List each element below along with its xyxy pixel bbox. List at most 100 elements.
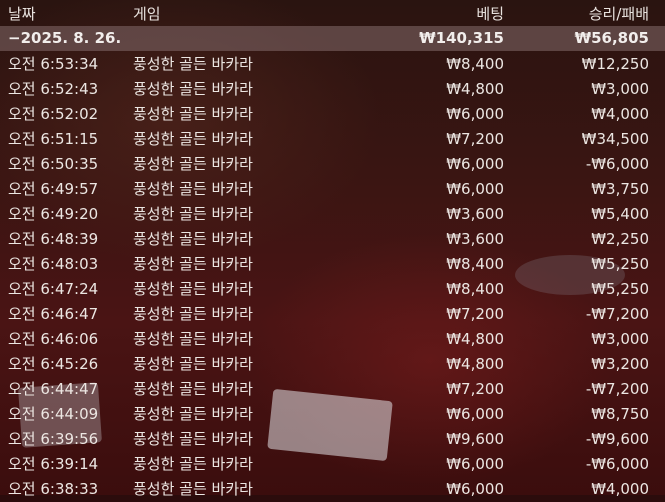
row-time: 오전 6:51:15 bbox=[8, 130, 99, 148]
table-row[interactable]: 오전 6:45:26 풍성한 골든 바카라 ₩4,800 ₩3,200 bbox=[0, 352, 665, 377]
table-row[interactable]: 오전 6:46:06 풍성한 골든 바카라 ₩4,800 ₩3,000 bbox=[0, 327, 665, 352]
row-time: 오전 6:48:03 bbox=[8, 255, 99, 273]
row-winloss: ₩4,000 bbox=[591, 105, 649, 123]
row-bet: ₩7,200 bbox=[446, 305, 504, 323]
row-time: 오전 6:46:47 bbox=[8, 305, 99, 323]
date-group-bet-total: ₩140,315 bbox=[419, 29, 504, 47]
row-time: 오전 6:52:02 bbox=[8, 105, 99, 123]
table-row[interactable]: 오전 6:48:39 풍성한 골든 바카라 ₩3,600 ₩2,250 bbox=[0, 227, 665, 252]
date-column-header: 날짜 bbox=[8, 5, 36, 23]
row-bet: ₩6,000 bbox=[446, 480, 504, 498]
row-winloss: -₩7,200 bbox=[585, 305, 649, 323]
row-bet: ₩6,000 bbox=[446, 180, 504, 198]
bet-column-header: 베팅 bbox=[476, 5, 504, 23]
table-row[interactable]: 오전 6:49:57 풍성한 골든 바카라 ₩6,000 ₩3,750 bbox=[0, 177, 665, 202]
row-time: 오전 6:48:39 bbox=[8, 230, 99, 248]
row-time: 오전 6:52:43 bbox=[8, 80, 99, 98]
row-winloss: ₩12,250 bbox=[581, 55, 649, 73]
table-header: 날짜 게임 베팅 승리/패배 bbox=[0, 2, 665, 27]
row-winloss: ₩8,750 bbox=[591, 405, 649, 423]
row-game: 풍성한 골든 바카라 bbox=[133, 105, 253, 123]
row-bet: ₩7,200 bbox=[446, 380, 504, 398]
table-row[interactable]: 오전 6:39:56 풍성한 골든 바카라 ₩9,600 -₩9,600 bbox=[0, 427, 665, 452]
table-row[interactable]: 오전 6:53:34 풍성한 골든 바카라 ₩8,400 ₩12,250 bbox=[0, 52, 665, 77]
table-row[interactable]: 오전 6:50:35 풍성한 골든 바카라 ₩6,000 -₩6,000 bbox=[0, 152, 665, 177]
row-game: 풍성한 골든 바카라 bbox=[133, 80, 253, 98]
row-time: 오전 6:50:35 bbox=[8, 155, 99, 173]
row-time: 오전 6:38:33 bbox=[8, 480, 99, 498]
row-bet: ₩8,400 bbox=[446, 55, 504, 73]
row-game: 풍성한 골든 바카라 bbox=[133, 405, 253, 423]
row-game: 풍성한 골든 바카라 bbox=[133, 480, 253, 498]
row-winloss: ₩3,000 bbox=[591, 80, 649, 98]
row-game: 풍성한 골든 바카라 bbox=[133, 455, 253, 473]
row-winloss: ₩2,250 bbox=[591, 230, 649, 248]
row-game: 풍성한 골든 바카라 bbox=[133, 230, 253, 248]
row-time: 오전 6:47:24 bbox=[8, 280, 99, 298]
row-bet: ₩4,800 bbox=[446, 80, 504, 98]
row-time: 오전 6:44:09 bbox=[8, 405, 99, 423]
row-bet: ₩3,600 bbox=[446, 230, 504, 248]
row-winloss: ₩34,500 bbox=[581, 130, 649, 148]
game-column-header: 게임 bbox=[133, 5, 161, 23]
row-game: 풍성한 골든 바카라 bbox=[133, 355, 253, 373]
row-winloss: -₩7,200 bbox=[585, 380, 649, 398]
row-bet: ₩9,600 bbox=[446, 430, 504, 448]
table-row[interactable]: 오전 6:46:47 풍성한 골든 바카라 ₩7,200 -₩7,200 bbox=[0, 302, 665, 327]
row-bet: ₩8,400 bbox=[446, 280, 504, 298]
row-bet: ₩3,600 bbox=[446, 205, 504, 223]
row-bet: ₩7,200 bbox=[446, 130, 504, 148]
row-winloss: -₩6,000 bbox=[585, 155, 649, 173]
row-game: 풍성한 골든 바카라 bbox=[133, 55, 253, 73]
row-game: 풍성한 골든 바카라 bbox=[133, 330, 253, 348]
table-row[interactable]: 오전 6:44:09 풍성한 골든 바카라 ₩6,000 ₩8,750 bbox=[0, 402, 665, 427]
row-game: 풍성한 골든 바카라 bbox=[133, 205, 253, 223]
bet-history-table: 날짜 게임 베팅 승리/패배 −2025. 8. 26. ₩140,315 ₩5… bbox=[0, 0, 665, 498]
row-bet: ₩6,000 bbox=[446, 455, 504, 473]
winloss-column-header: 승리/패배 bbox=[588, 5, 649, 23]
row-bet: ₩6,000 bbox=[446, 155, 504, 173]
row-game: 풍성한 골든 바카라 bbox=[133, 430, 253, 448]
table-row[interactable]: 오전 6:38:33 풍성한 골든 바카라 ₩6,000 ₩4,000 bbox=[0, 477, 665, 502]
row-winloss: -₩6,000 bbox=[585, 455, 649, 473]
date-group-label: −2025. 8. 26. bbox=[8, 29, 122, 47]
row-bet: ₩6,000 bbox=[446, 105, 504, 123]
row-game: 풍성한 골든 바카라 bbox=[133, 155, 253, 173]
table-row[interactable]: 오전 6:51:15 풍성한 골든 바카라 ₩7,200 ₩34,500 bbox=[0, 127, 665, 152]
row-bet: ₩4,800 bbox=[446, 330, 504, 348]
table-row[interactable]: 오전 6:44:47 풍성한 골든 바카라 ₩7,200 -₩7,200 bbox=[0, 377, 665, 402]
row-bet: ₩6,000 bbox=[446, 405, 504, 423]
row-winloss: -₩9,600 bbox=[585, 430, 649, 448]
date-group-winloss-total: ₩56,805 bbox=[574, 29, 649, 47]
row-time: 오전 6:49:20 bbox=[8, 205, 99, 223]
table-row[interactable]: 오전 6:49:20 풍성한 골든 바카라 ₩3,600 ₩5,400 bbox=[0, 202, 665, 227]
row-game: 풍성한 골든 바카라 bbox=[133, 130, 253, 148]
row-game: 풍성한 골든 바카라 bbox=[133, 255, 253, 273]
row-bet: ₩8,400 bbox=[446, 255, 504, 273]
row-time: 오전 6:49:57 bbox=[8, 180, 99, 198]
row-time: 오전 6:39:14 bbox=[8, 455, 99, 473]
row-time: 오전 6:44:47 bbox=[8, 380, 99, 398]
table-row[interactable]: 오전 6:52:43 풍성한 골든 바카라 ₩4,800 ₩3,000 bbox=[0, 77, 665, 102]
row-winloss: ₩5,250 bbox=[591, 255, 649, 273]
table-row[interactable]: 오전 6:39:14 풍성한 골든 바카라 ₩6,000 -₩6,000 bbox=[0, 452, 665, 477]
row-winloss: ₩5,250 bbox=[591, 280, 649, 298]
row-winloss: ₩4,000 bbox=[591, 480, 649, 498]
row-time: 오전 6:39:56 bbox=[8, 430, 99, 448]
row-winloss: ₩3,750 bbox=[591, 180, 649, 198]
row-bet: ₩4,800 bbox=[446, 355, 504, 373]
table-row[interactable]: 오전 6:47:24 풍성한 골든 바카라 ₩8,400 ₩5,250 bbox=[0, 277, 665, 302]
row-time: 오전 6:45:26 bbox=[8, 355, 99, 373]
date-group-row[interactable]: −2025. 8. 26. ₩140,315 ₩56,805 bbox=[0, 26, 665, 51]
row-winloss: ₩5,400 bbox=[591, 205, 649, 223]
row-game: 풍성한 골든 바카라 bbox=[133, 180, 253, 198]
row-time: 오전 6:53:34 bbox=[8, 55, 99, 73]
row-winloss: ₩3,200 bbox=[591, 355, 649, 373]
row-winloss: ₩3,000 bbox=[591, 330, 649, 348]
table-row[interactable]: 오전 6:52:02 풍성한 골든 바카라 ₩6,000 ₩4,000 bbox=[0, 102, 665, 127]
row-game: 풍성한 골든 바카라 bbox=[133, 305, 253, 323]
table-row[interactable]: 오전 6:48:03 풍성한 골든 바카라 ₩8,400 ₩5,250 bbox=[0, 252, 665, 277]
row-time: 오전 6:46:06 bbox=[8, 330, 99, 348]
row-game: 풍성한 골든 바카라 bbox=[133, 380, 253, 398]
bet-history-rows: 오전 6:53:34 풍성한 골든 바카라 ₩8,400 ₩12,250 오전 6:52… bbox=[0, 52, 665, 502]
